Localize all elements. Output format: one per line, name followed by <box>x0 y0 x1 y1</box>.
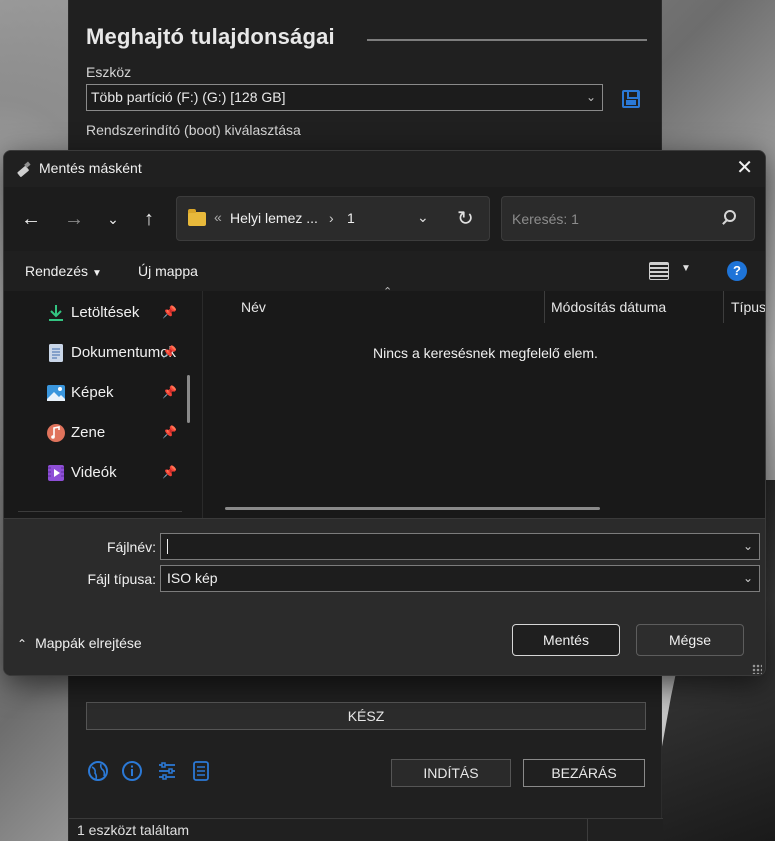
new-folder-button[interactable]: Új mappa <box>138 263 198 279</box>
pin-icon[interactable]: 📌 <box>162 305 177 319</box>
sidebar-item-videos[interactable]: Videók 📌 <box>46 461 196 485</box>
info-icon[interactable] <box>121 760 143 782</box>
boot-selection-label: Rendszerindító (boot) kiválasztása <box>86 122 301 138</box>
dialog-titlebar: Mentés másként ✕ <box>4 151 765 187</box>
empty-results-message: Nincs a keresésnek megfelelő elem. <box>373 345 598 361</box>
heading-divider <box>367 39 647 41</box>
status-progress-bar: KÉSZ <box>86 702 646 730</box>
column-header-name[interactable]: Név <box>241 299 266 315</box>
recent-locations-chevron-icon[interactable]: ⌄ <box>101 207 125 231</box>
breadcrumb-chevron: › <box>329 210 334 226</box>
view-options-icon[interactable] <box>649 262 669 280</box>
dialog-title: Mentés másként <box>39 160 142 176</box>
pin-icon[interactable]: 📌 <box>162 385 177 399</box>
search-box[interactable]: Keresés: 1 <box>501 196 755 241</box>
column-header-date-modified[interactable]: Módosítás dátuma <box>551 299 666 315</box>
documents-icon <box>49 344 63 362</box>
address-history-chevron-icon[interactable]: ⌄ <box>417 209 429 226</box>
save-options-panel: Fájlnév: ⌄ Fájl típusa: ISO kép ⌄ ⌃ Mappá… <box>4 518 765 675</box>
organize-menu[interactable]: Rendezés ▼ <box>25 263 102 279</box>
log-icon[interactable] <box>190 760 212 782</box>
column-header-type[interactable]: Típus <box>731 299 765 315</box>
pictures-icon <box>47 385 65 401</box>
status-bar: 1 eszközt találtam <box>69 818 663 841</box>
filename-input[interactable]: ⌄ <box>160 533 760 560</box>
filename-label: Fájlnév: <box>106 539 156 555</box>
device-label: Eszköz <box>86 64 132 80</box>
device-select[interactable]: Több partíció (F:) (G:) [128 GB] ⌄ <box>86 84 603 111</box>
sidebar-item-music[interactable]: Zene 📌 <box>46 421 196 445</box>
close-button[interactable]: BEZÁRÁS <box>523 759 645 787</box>
caret-down-icon: ▼ <box>92 268 102 279</box>
sort-ascending-icon: ⌃ <box>383 286 393 298</box>
chevron-down-icon: ⌄ <box>585 90 596 104</box>
filetype-label: Fájl típusa: <box>87 571 156 587</box>
file-list-pane: ⌃ Név Módosítás dátuma Típus Nincs a ker… <box>202 286 765 518</box>
pin-icon[interactable]: 📌 <box>162 345 177 359</box>
chevron-down-icon[interactable]: ⌄ <box>743 534 753 559</box>
sidebar-item-downloads[interactable]: Letöltések 📌 <box>46 301 196 325</box>
up-arrow-icon[interactable]: ↑ <box>137 207 161 231</box>
start-button[interactable]: INDÍTÁS <box>391 759 511 787</box>
refresh-icon[interactable]: ↻ <box>457 206 474 231</box>
status-divider <box>587 819 588 841</box>
section-heading: Meghajtó tulajdonságai <box>86 24 335 49</box>
column-separator[interactable] <box>723 291 724 323</box>
column-separator[interactable] <box>544 291 545 323</box>
save-as-dialog: Mentés másként ✕ ← → ⌄ ↑ « Helyi lemez .… <box>3 150 766 676</box>
cancel-button[interactable]: Mégse <box>636 624 744 656</box>
search-icon <box>724 210 736 222</box>
videos-icon <box>48 465 64 481</box>
save-disk-icon[interactable] <box>622 90 640 108</box>
pin-icon[interactable]: 📌 <box>162 465 177 479</box>
usb-drive-icon <box>17 161 31 177</box>
organize-label: Rendezés <box>25 263 89 279</box>
filetype-value: ISO kép <box>167 570 218 586</box>
sidebar-divider <box>18 511 182 512</box>
sidebar-scrollbar[interactable] <box>187 375 190 423</box>
navigation-bar: ← → ⌄ ↑ « Helyi lemez ... › 1 ⌄ ↻ Keresé… <box>4 187 765 251</box>
resize-grip[interactable] <box>752 664 762 674</box>
hide-folders-label: Mappák elrejtése <box>35 635 142 651</box>
address-bar[interactable]: « Helyi lemez ... › 1 ⌄ ↻ <box>176 196 490 241</box>
chevron-down-icon: ⌄ <box>742 571 753 585</box>
hide-folders-toggle[interactable]: ⌃ Mappák elrejtése <box>17 635 142 651</box>
help-icon[interactable]: ? <box>727 261 747 281</box>
folder-icon <box>188 209 206 226</box>
breadcrumb-folder-1[interactable]: 1 <box>347 210 355 226</box>
chevron-up-icon: ⌃ <box>17 637 28 651</box>
device-select-value: Több partíció (F:) (G:) [128 GB] <box>91 89 286 105</box>
music-icon <box>47 424 65 442</box>
close-icon[interactable]: ✕ <box>736 156 753 180</box>
save-button[interactable]: Mentés <box>512 624 620 656</box>
breadcrumb-local-disk[interactable]: Helyi lemez ... <box>230 210 318 226</box>
settings-sliders-icon[interactable] <box>156 760 178 782</box>
filetype-select[interactable]: ISO kép ⌄ <box>160 565 760 592</box>
status-text: 1 eszközt találtam <box>77 822 190 838</box>
navigation-pane: Letöltések 📌 Dokumentumok 📌 Képek 📌 Zene… <box>4 291 202 518</box>
download-icon <box>49 305 63 321</box>
breadcrumb-overflow[interactable]: « <box>214 209 222 225</box>
globe-icon[interactable] <box>87 760 109 782</box>
text-cursor <box>167 539 168 554</box>
view-caret-down-icon[interactable]: ▼ <box>681 263 691 274</box>
sidebar-item-documents[interactable]: Dokumentumok 📌 <box>46 341 196 365</box>
search-placeholder: Keresés: 1 <box>512 211 579 227</box>
pin-icon[interactable]: 📌 <box>162 425 177 439</box>
horizontal-scrollbar[interactable] <box>225 507 600 510</box>
back-arrow-icon[interactable]: ← <box>19 207 43 231</box>
forward-arrow-icon[interactable]: → <box>62 207 86 231</box>
sidebar-item-pictures[interactable]: Képek 📌 <box>46 381 196 405</box>
